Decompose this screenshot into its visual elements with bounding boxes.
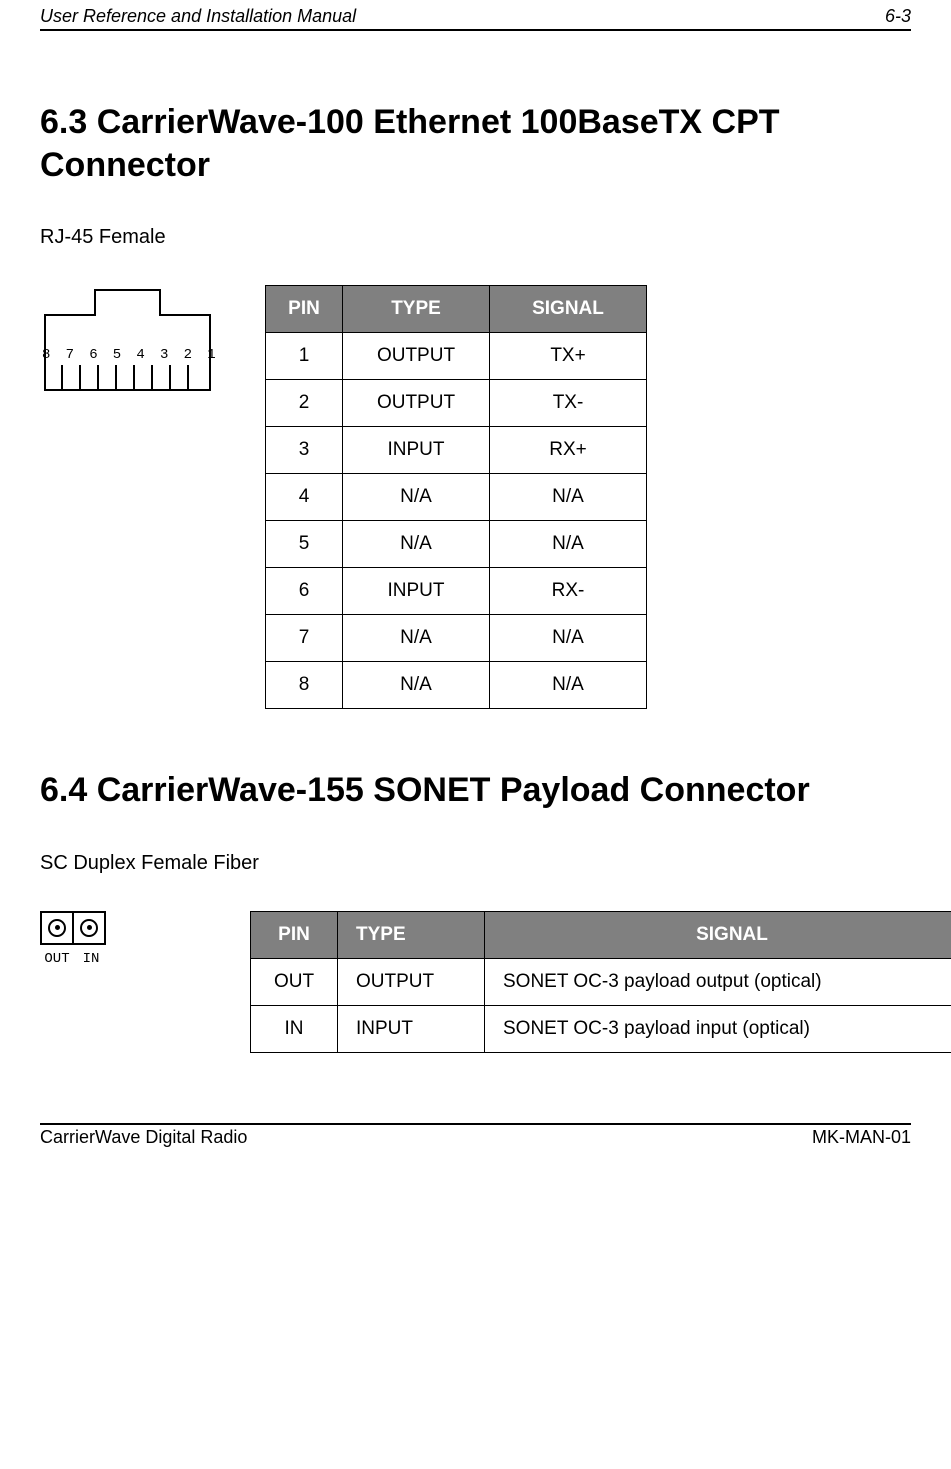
section-6-4-content: OUTIN PIN TYPE SIGNAL OUTOUTPUTSONET OC-… <box>40 911 911 1053</box>
table-row: 6INPUTRX- <box>266 568 647 615</box>
section-6-4-title: 6.4 CarrierWave-155 SONET Payload Connec… <box>40 769 911 812</box>
footer-right: MK-MAN-01 <box>812 1127 911 1148</box>
header-right: 6-3 <box>885 6 911 27</box>
rj45-pinout-table: PIN TYPE SIGNAL 1OUTPUTTX+ 2OUTPUTTX- 3I… <box>265 285 647 709</box>
sc-duplex-diagram: OUTIN <box>40 911 160 967</box>
rj45-connector-icon <box>40 285 215 395</box>
table-row: ININPUTSONET OC-3 payload input (optical… <box>251 1005 951 1052</box>
table-row: 4N/AN/A <box>266 474 647 521</box>
header-rule <box>40 29 911 31</box>
rj45-diagram: 8 7 6 5 4 3 2 1 <box>40 285 215 411</box>
sc-out-port-icon <box>40 911 74 945</box>
col-pin: PIN <box>266 286 343 333</box>
section-6-3-title: 6.3 CarrierWave-100 Ethernet 100BaseTX C… <box>40 101 911 186</box>
sc-pinout-table: PIN TYPE SIGNAL OUTOUTPUTSONET OC-3 payl… <box>250 911 951 1053</box>
table-row: 2OUTPUTTX- <box>266 380 647 427</box>
page: User Reference and Installation Manual 6… <box>0 0 951 1158</box>
page-header: User Reference and Installation Manual 6… <box>40 0 911 27</box>
sc-out-label: OUT <box>40 951 74 967</box>
col-type: TYPE <box>343 286 490 333</box>
table-row: 5N/AN/A <box>266 521 647 568</box>
table-row: 8N/AN/A <box>266 662 647 709</box>
col-pin: PIN <box>251 911 338 958</box>
table-row: OUTOUTPUTSONET OC-3 payload output (opti… <box>251 958 951 1005</box>
sc-port-labels: OUTIN <box>40 951 160 967</box>
sc-in-label: IN <box>74 951 108 967</box>
col-signal: SIGNAL <box>490 286 647 333</box>
rj45-pin-numbers: 8 7 6 5 4 3 2 1 <box>42 347 217 363</box>
footer-left: CarrierWave Digital Radio <box>40 1127 247 1148</box>
footer-rule <box>40 1123 911 1125</box>
table-row: 3INPUTRX+ <box>266 427 647 474</box>
section-6-3-content: 8 7 6 5 4 3 2 1 PIN TYPE SIGNAL 1OUTPUTT… <box>40 285 911 709</box>
table-row: 7N/AN/A <box>266 615 647 662</box>
col-signal: SIGNAL <box>485 911 951 958</box>
col-type: TYPE <box>338 911 485 958</box>
sc-in-port-icon <box>72 911 106 945</box>
table-row: 1OUTPUTTX+ <box>266 333 647 380</box>
header-left: User Reference and Installation Manual <box>40 6 356 27</box>
section-6-4-subtitle: SC Duplex Female Fiber <box>40 852 911 875</box>
section-6-3-subtitle: RJ-45 Female <box>40 226 911 249</box>
page-footer: CarrierWave Digital Radio MK-MAN-01 <box>40 1127 911 1158</box>
